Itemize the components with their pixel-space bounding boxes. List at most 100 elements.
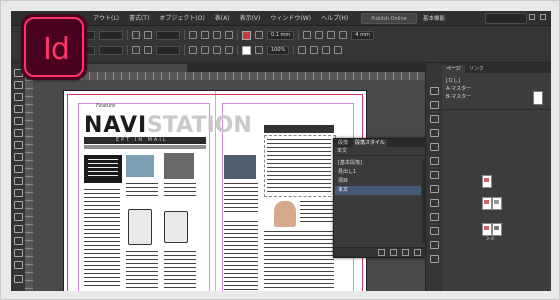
- align-panel-icon[interactable]: [430, 227, 439, 235]
- object-styles-icon[interactable]: [430, 255, 439, 263]
- menu-object[interactable]: オブジェクト(O): [159, 13, 204, 22]
- gap-tool-icon[interactable]: [14, 105, 23, 113]
- clear-override-icon[interactable]: [390, 249, 397, 256]
- search-input[interactable]: [485, 13, 527, 24]
- direct-selection-tool-icon[interactable]: [14, 81, 23, 89]
- fill-stroke-icon[interactable]: [14, 275, 23, 283]
- style-item[interactable]: 項目: [335, 177, 421, 186]
- pencil-tool-icon[interactable]: [14, 153, 23, 161]
- headline-station[interactable]: STATION: [147, 113, 252, 138]
- w-field[interactable]: [156, 30, 180, 40]
- photo-keyboard[interactable]: [224, 155, 256, 179]
- wrap-icon[interactable]: [327, 31, 336, 39]
- rectangle-tool-icon[interactable]: [14, 177, 23, 185]
- page-thumbnail-5[interactable]: [492, 223, 502, 236]
- line-tool-icon[interactable]: [14, 129, 23, 137]
- fx-icon[interactable]: [315, 31, 324, 39]
- opacity-field[interactable]: 100%: [267, 45, 290, 55]
- page-thumbnail-4[interactable]: [482, 223, 492, 236]
- fill-swatch[interactable]: [242, 30, 251, 40]
- tab-pages[interactable]: ページ: [442, 65, 465, 73]
- text-wrap-icon[interactable]: [430, 213, 439, 221]
- menu-table[interactable]: 表(A): [215, 13, 230, 22]
- tab-paragraph-styles[interactable]: 段落スタイル: [353, 139, 388, 147]
- color-panel-icon[interactable]: [430, 157, 439, 165]
- maximize-icon[interactable]: [540, 14, 546, 20]
- style-body[interactable]: 本文: [335, 186, 421, 195]
- links-panel-icon[interactable]: [430, 115, 439, 123]
- columns-icon[interactable]: [322, 46, 331, 54]
- shadow-icon[interactable]: [298, 46, 307, 54]
- h2-field[interactable]: [99, 45, 123, 55]
- menu-view[interactable]: 表示(V): [240, 13, 261, 22]
- phone-illustration-1[interactable]: [128, 209, 152, 245]
- delete-style-icon[interactable]: [414, 249, 421, 256]
- portrait-photo[interactable]: [274, 201, 296, 227]
- page-thumbnail-1[interactable]: [482, 175, 492, 188]
- eyedropper-tool-icon[interactable]: [14, 237, 23, 245]
- menu-window[interactable]: ウィンドウ(W): [270, 13, 311, 22]
- rotate-ccw-icon[interactable]: [201, 31, 209, 39]
- scale-icon[interactable]: [144, 46, 152, 54]
- page-spread[interactable]: Feature NAVI STATION EPT IN MAIL: [63, 90, 367, 291]
- gradient-tool-icon[interactable]: [14, 213, 23, 221]
- stroke-type-icon[interactable]: [255, 46, 263, 54]
- next-object-icon[interactable]: [225, 46, 233, 54]
- vertical-ruler[interactable]: [25, 80, 33, 291]
- photo-person[interactable]: [164, 153, 194, 179]
- stroke-weight-field[interactable]: 0.1 mm: [267, 30, 295, 40]
- flip-horizontal-icon[interactable]: [213, 31, 221, 39]
- minimize-icon[interactable]: [529, 14, 535, 20]
- menu-type[interactable]: 書式(T): [129, 13, 149, 22]
- phone-illustration-2[interactable]: [164, 211, 188, 243]
- master-none[interactable]: [なし]: [442, 77, 551, 85]
- text-frame-icon[interactable]: [225, 31, 233, 39]
- align-icon[interactable]: [339, 31, 348, 39]
- style-basic-paragraph[interactable]: [基本段落]: [335, 159, 421, 168]
- master-b[interactable]: B-マスター: [442, 91, 551, 105]
- angle-field[interactable]: [156, 45, 180, 55]
- publish-online-button[interactable]: Publish Online: [361, 13, 417, 24]
- page-thumbnail-3[interactable]: [492, 197, 502, 210]
- pen-tool-icon[interactable]: [14, 141, 23, 149]
- select-container-icon[interactable]: [189, 46, 197, 54]
- photo-device[interactable]: [126, 155, 154, 177]
- layers-panel-icon[interactable]: [430, 101, 439, 109]
- page-tool-icon[interactable]: [14, 93, 23, 101]
- tab-links[interactable]: リンク: [465, 65, 488, 73]
- page-thumbnail-2[interactable]: [482, 197, 492, 210]
- corner-icon[interactable]: [303, 31, 312, 39]
- paragraph-panel-icon[interactable]: [430, 199, 439, 207]
- scissors-tool-icon[interactable]: [14, 189, 23, 197]
- workspace-switcher[interactable]: 基本機能: [423, 14, 445, 22]
- new-group-icon[interactable]: [378, 249, 385, 256]
- previous-object-icon[interactable]: [213, 46, 221, 54]
- rotate-icon[interactable]: [132, 31, 140, 39]
- note-tool-icon[interactable]: [14, 225, 23, 233]
- rotate-cw-icon[interactable]: [189, 31, 197, 39]
- hand-tool-icon[interactable]: [14, 249, 23, 257]
- pages-panel-icon[interactable]: [430, 87, 439, 95]
- stroke-swatch-icon[interactable]: [255, 31, 263, 39]
- tab-paragraph[interactable]: 段落: [336, 139, 350, 147]
- effects-panel-icon[interactable]: [430, 241, 439, 249]
- flip-icon[interactable]: [144, 31, 152, 39]
- grid-icon[interactable]: [334, 46, 343, 54]
- menu-layout[interactable]: アウト(L): [93, 13, 119, 22]
- headline-navi[interactable]: NAVI: [84, 113, 147, 138]
- rectangle-frame-tool-icon[interactable]: [14, 165, 23, 173]
- fit-icon[interactable]: [310, 46, 319, 54]
- menu-help[interactable]: ヘルプ(H): [321, 13, 348, 22]
- character-panel-icon[interactable]: [430, 185, 439, 193]
- y-field[interactable]: [99, 30, 123, 40]
- shear-icon[interactable]: [132, 46, 140, 54]
- swatches-panel-icon[interactable]: [430, 143, 439, 151]
- free-transform-tool-icon[interactable]: [14, 201, 23, 209]
- stroke-panel-icon[interactable]: [430, 129, 439, 137]
- zoom-tool-icon[interactable]: [14, 261, 23, 269]
- width-field[interactable]: 4 mm: [351, 30, 374, 40]
- type-tool-icon[interactable]: [14, 117, 23, 125]
- style-heading-1[interactable]: 見出し1: [335, 168, 421, 177]
- select-content-icon[interactable]: [201, 46, 209, 54]
- stroke-swatch[interactable]: [242, 45, 251, 55]
